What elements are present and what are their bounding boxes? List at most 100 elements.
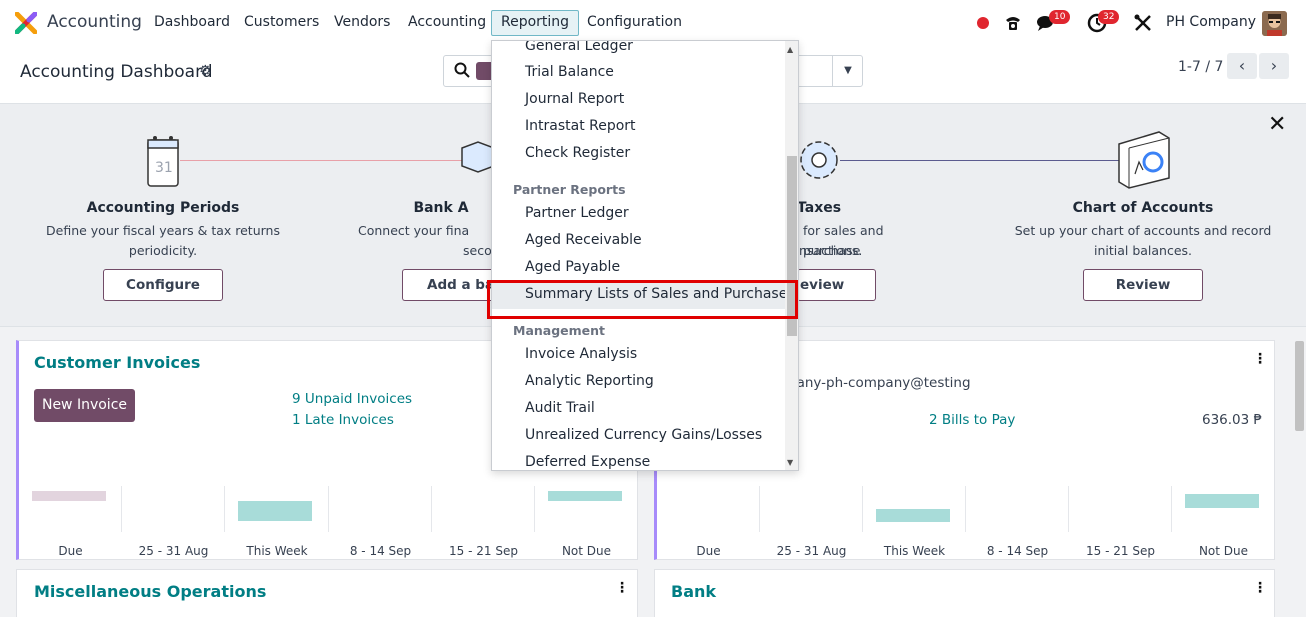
scroll-up-icon[interactable]: ▲ bbox=[787, 45, 793, 54]
unpaid-invoices-link[interactable]: 9 Unpaid Invoices bbox=[292, 391, 412, 407]
messages-badge: 10 bbox=[1049, 10, 1071, 24]
app-logo-icon[interactable] bbox=[15, 12, 37, 34]
svg-text:31: 31 bbox=[155, 160, 173, 176]
dd-analytic-reporting[interactable]: Analytic Reporting bbox=[525, 373, 654, 389]
step-description: Define your fiscal years & tax returns bbox=[46, 223, 280, 238]
dd-partner-ledger[interactable]: Partner Ledger bbox=[525, 205, 629, 221]
graph-label: 15 - 21 Sep bbox=[449, 544, 518, 558]
pager-next-button[interactable]: › bbox=[1259, 53, 1289, 79]
configure-button[interactable]: Configure bbox=[103, 269, 223, 301]
step-connector bbox=[840, 160, 1120, 161]
graph-bar[interactable] bbox=[1185, 494, 1259, 508]
bills-to-pay-link[interactable]: 2 Bills to Pay bbox=[929, 412, 1015, 428]
bills-amount: 636.03 ₱ bbox=[1202, 412, 1263, 428]
review-chart-button[interactable]: Review bbox=[1083, 269, 1203, 301]
dd-intrastat-report[interactable]: Intrastat Report bbox=[525, 118, 636, 134]
search-options-toggle[interactable]: ▼ bbox=[832, 56, 863, 86]
late-invoices-link[interactable]: 1 Late Invoices bbox=[292, 412, 394, 428]
graph-column bbox=[657, 486, 760, 532]
dd-trial-balance[interactable]: Trial Balance bbox=[525, 64, 614, 80]
step-description: Connect your fina bbox=[358, 223, 470, 238]
graph-column bbox=[966, 486, 1069, 532]
dd-journal-report[interactable]: Journal Report bbox=[525, 91, 624, 107]
misc-operations-card: Miscellaneous Operations ⋮ bbox=[16, 569, 638, 617]
dd-aged-receivable[interactable]: Aged Receivable bbox=[525, 232, 642, 248]
menu-accounting[interactable]: Accounting bbox=[408, 14, 486, 30]
graph-column bbox=[432, 486, 535, 532]
page-scrollbar[interactable] bbox=[1295, 341, 1304, 431]
dd-management-header: Management bbox=[513, 323, 606, 338]
activities-badge: 32 bbox=[1098, 10, 1120, 24]
pager-value[interactable]: 1-7 / 7 bbox=[1178, 59, 1223, 75]
graph-label: Due bbox=[58, 544, 83, 558]
graph-label: 25 - 31 Aug bbox=[138, 544, 209, 558]
phone-icon[interactable] bbox=[1003, 13, 1023, 33]
graph-column bbox=[1069, 486, 1172, 532]
graph-bar[interactable] bbox=[548, 491, 622, 501]
company-switcher[interactable]: PH Company bbox=[1166, 14, 1256, 30]
card-menu-icon[interactable]: ⋮ bbox=[1253, 580, 1267, 596]
graph-bar[interactable] bbox=[876, 509, 950, 522]
step-title: Accounting Periods bbox=[86, 200, 240, 216]
card-menu-icon[interactable]: ⋮ bbox=[615, 580, 629, 596]
invoices-graph: Due 25 - 31 Aug This Week 8 - 14 Sep 15 … bbox=[19, 486, 638, 558]
chart-of-accounts-icon bbox=[1118, 131, 1170, 189]
dd-audit-trail[interactable]: Audit Trail bbox=[525, 400, 595, 416]
graph-bar[interactable] bbox=[238, 501, 312, 521]
scroll-down-icon[interactable]: ▼ bbox=[787, 458, 793, 467]
card-title[interactable]: Bank bbox=[671, 582, 716, 601]
annotation-highlight-box bbox=[487, 280, 798, 319]
journal-email: pany-ph-company@testing bbox=[788, 375, 971, 391]
step-description: initial balances. bbox=[1093, 243, 1193, 258]
page-title: Accounting Dashboard bbox=[20, 62, 213, 82]
gear-settings-icon bbox=[800, 141, 838, 179]
dd-unrealized-gains[interactable]: Unrealized Currency Gains/Losses bbox=[525, 427, 762, 443]
graph-label: Due bbox=[696, 544, 721, 558]
tools-icon[interactable] bbox=[1134, 14, 1152, 32]
step-title: Taxes bbox=[797, 200, 842, 216]
graph-label: This Week bbox=[246, 544, 308, 558]
step-connector bbox=[180, 160, 480, 161]
graph-label: 15 - 21 Sep bbox=[1086, 544, 1155, 558]
dd-deferred-expense[interactable]: Deferred Expense bbox=[525, 454, 650, 470]
user-avatar[interactable] bbox=[1262, 11, 1287, 36]
status-dot-icon[interactable] bbox=[977, 17, 989, 29]
step-title: Chart of Accounts bbox=[1072, 200, 1214, 216]
dd-check-register[interactable]: Check Register bbox=[525, 145, 630, 161]
card-title[interactable]: Customer Invoices bbox=[34, 353, 200, 372]
graph-column bbox=[760, 486, 863, 532]
graph-label: 25 - 31 Aug bbox=[776, 544, 847, 558]
dd-aged-payable[interactable]: Aged Payable bbox=[525, 259, 620, 275]
dd-invoice-analysis[interactable]: Invoice Analysis bbox=[525, 346, 637, 362]
bills-graph: Due 25 - 31 Aug This Week 8 - 14 Sep 15 … bbox=[657, 486, 1275, 558]
menu-configuration[interactable]: Configuration bbox=[587, 14, 682, 30]
step-description: periodicity. bbox=[128, 243, 198, 258]
dd-general-ledger[interactable]: General Ledger bbox=[525, 41, 633, 54]
reporting-dropdown: General Ledger Trial Balance Journal Rep… bbox=[491, 40, 799, 471]
graph-label: This Week bbox=[883, 544, 946, 558]
step-description: Set up your chart of accounts and record bbox=[1014, 223, 1272, 238]
menu-vendors[interactable]: Vendors bbox=[334, 14, 390, 30]
new-invoice-button[interactable]: New Invoice bbox=[34, 389, 135, 422]
graph-bar[interactable] bbox=[32, 491, 106, 501]
gear-icon[interactable]: ⚙ bbox=[199, 63, 212, 79]
graph-label: Not Due bbox=[561, 544, 612, 558]
calendar-icon: 31 bbox=[147, 136, 179, 187]
card-menu-icon[interactable]: ⋮ bbox=[1253, 351, 1267, 367]
menu-customers[interactable]: Customers bbox=[244, 14, 319, 30]
bank-card: Bank ⋮ bbox=[654, 569, 1275, 617]
menu-dashboard[interactable]: Dashboard bbox=[154, 14, 230, 30]
card-title[interactable]: Miscellaneous Operations bbox=[34, 582, 266, 601]
pager-previous-button[interactable]: ‹ bbox=[1227, 53, 1257, 79]
review-taxes-button[interactable]: eview bbox=[797, 269, 876, 301]
step-description: nsactions. bbox=[799, 243, 863, 258]
graph-label: Not Due bbox=[1198, 544, 1249, 558]
menu-reporting[interactable]: Reporting bbox=[491, 10, 580, 36]
close-icon[interactable]: ✕ bbox=[1268, 112, 1286, 137]
app-name[interactable]: Accounting bbox=[47, 12, 142, 32]
avatar-face-icon bbox=[1262, 11, 1287, 36]
search-icon[interactable] bbox=[454, 62, 470, 78]
graph-label: 8 - 14 Sep bbox=[986, 544, 1049, 558]
graph-label: 8 - 14 Sep bbox=[349, 544, 412, 558]
graph-column bbox=[329, 486, 432, 532]
